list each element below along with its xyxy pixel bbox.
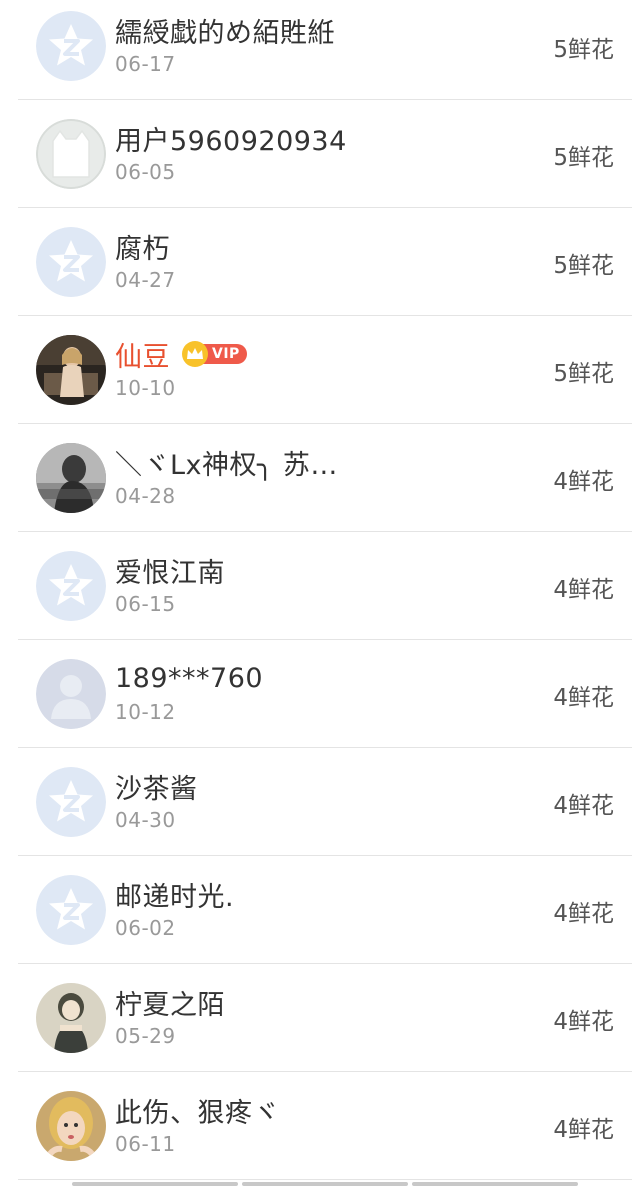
flower-count: 4鲜花	[553, 1117, 614, 1143]
user-photo-avatar[interactable]	[36, 983, 106, 1053]
user-name[interactable]: 此伤、狠疼ヾ	[115, 1091, 280, 1130]
crown-icon	[182, 341, 208, 367]
indicator-segment	[412, 1182, 578, 1186]
list-item[interactable]: 仙豆 VIP 10-10 5鲜花	[0, 316, 640, 424]
user-photo-avatar[interactable]	[36, 335, 106, 405]
list-item[interactable]: 腐朽 04-27 5鲜花	[0, 208, 640, 316]
gift-date: 06-11	[115, 1132, 176, 1156]
flower-count: 5鲜花	[553, 37, 614, 63]
user-photo-avatar[interactable]	[36, 443, 106, 513]
bottom-scroll-indicator	[72, 1182, 578, 1186]
user-name[interactable]: 沙茶酱	[115, 767, 198, 806]
list-item[interactable]: 柠夏之陌 05-29 4鲜花	[0, 964, 640, 1072]
gift-date: 06-02	[115, 916, 176, 940]
flower-count: 4鲜花	[553, 577, 614, 603]
indicator-segment	[242, 1182, 408, 1186]
list-item[interactable]: 沙茶酱 04-30 4鲜花	[0, 748, 640, 856]
flower-count: 4鲜花	[553, 901, 614, 927]
gift-date: 10-12	[115, 700, 176, 724]
flower-count: 5鲜花	[553, 253, 614, 279]
list-item[interactable]: 繻綬戱的め絔貹絍 06-17 5鲜花	[0, 0, 640, 100]
gift-date: 10-10	[115, 376, 176, 400]
user-name[interactable]: 柠夏之陌	[115, 983, 225, 1022]
flower-count: 4鲜花	[553, 685, 614, 711]
default-person-icon[interactable]	[36, 659, 106, 729]
default-star-icon[interactable]	[36, 551, 106, 621]
flower-count: 5鲜花	[553, 145, 614, 171]
flower-count: 4鲜花	[553, 1009, 614, 1035]
list-item[interactable]: 189***760 10-12 4鲜花	[0, 640, 640, 748]
user-name[interactable]: 繻綬戱的め絔貹絍	[115, 11, 335, 50]
user-name[interactable]: 邮递时光.	[115, 875, 234, 914]
gift-date: 05-29	[115, 1024, 176, 1048]
list-item[interactable]: 爱恨江南 06-15 4鲜花	[0, 532, 640, 640]
list-item[interactable]: 邮递时光. 06-02 4鲜花	[0, 856, 640, 964]
cat-avatar-icon[interactable]	[36, 119, 106, 189]
user-name[interactable]: 仙豆	[115, 335, 170, 374]
default-star-icon[interactable]	[36, 227, 106, 297]
flower-count: 4鲜花	[553, 469, 614, 495]
gift-date: 06-17	[115, 52, 176, 76]
default-star-icon[interactable]	[36, 11, 106, 81]
flower-count: 5鲜花	[553, 361, 614, 387]
user-name[interactable]: 用户5960920934	[115, 119, 347, 158]
gift-date: 06-05	[115, 160, 176, 184]
user-name[interactable]: 189***760	[115, 663, 263, 694]
gift-date: 06-15	[115, 592, 176, 616]
indicator-segment	[72, 1182, 238, 1186]
user-name[interactable]: ＼ヾLx神权╮ 苏…	[115, 443, 338, 482]
gift-ranking-list: 繻綬戱的め絔貹絍 06-17 5鲜花 用户5960920934 06-05 5鲜…	[0, 0, 640, 1180]
user-name[interactable]: 腐朽	[115, 227, 170, 266]
list-item[interactable]: ＼ヾLx神权╮ 苏… 04-28 4鲜花	[0, 424, 640, 532]
default-star-icon[interactable]	[36, 875, 106, 945]
gift-date: 04-27	[115, 268, 176, 292]
list-item[interactable]: 此伤、狠疼ヾ 06-11 4鲜花	[0, 1072, 640, 1180]
gift-date: 04-28	[115, 484, 176, 508]
user-photo-avatar[interactable]	[36, 1091, 106, 1161]
user-name[interactable]: 爱恨江南	[115, 551, 225, 590]
flower-count: 4鲜花	[553, 793, 614, 819]
list-item[interactable]: 用户5960920934 06-05 5鲜花	[0, 100, 640, 208]
gift-date: 04-30	[115, 808, 176, 832]
vip-badge: VIP	[182, 341, 247, 367]
default-star-icon[interactable]	[36, 767, 106, 837]
